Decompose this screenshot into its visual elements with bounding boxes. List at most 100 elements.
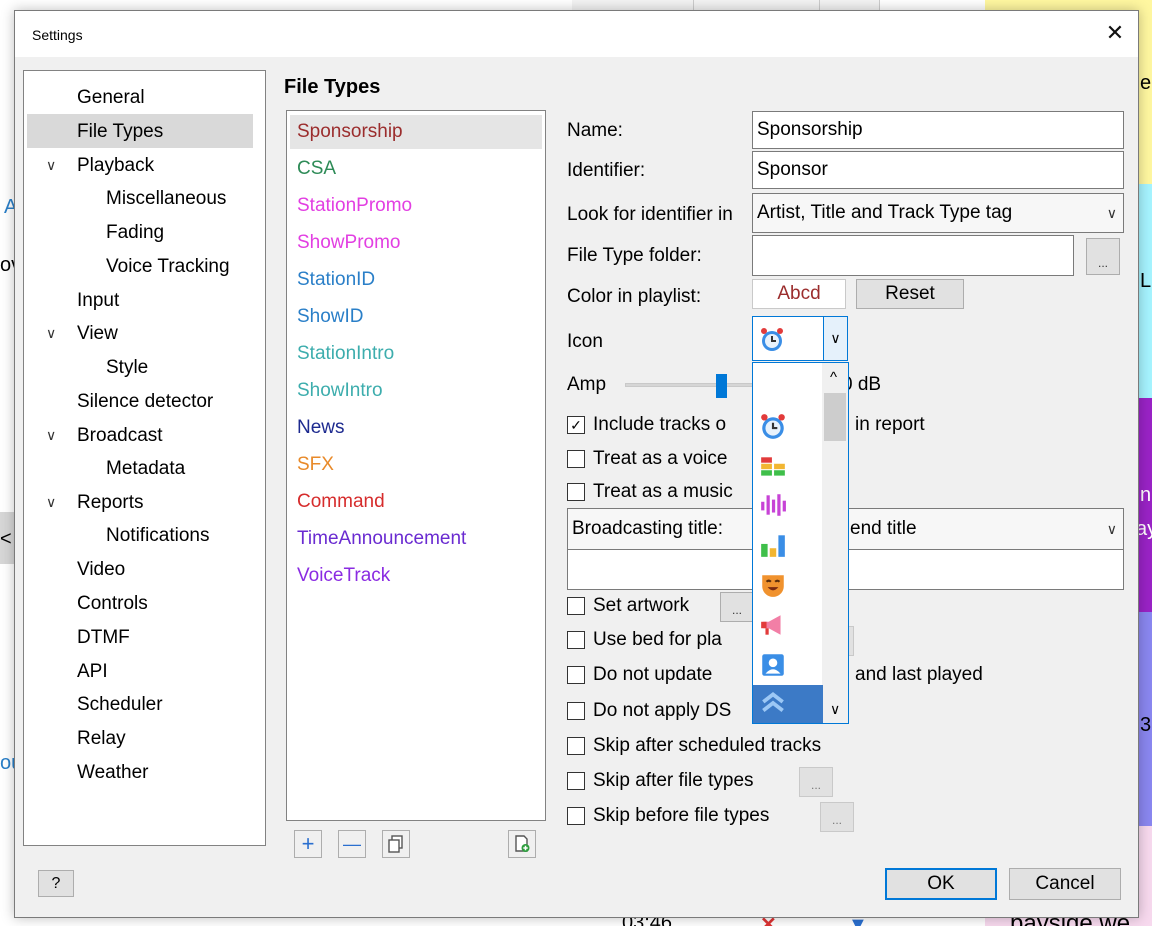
nav-item-view[interactable]: View xyxy=(77,323,118,345)
nav-item-miscellaneous[interactable]: Miscellaneous xyxy=(106,188,226,210)
nav-item-broadcast[interactable]: Broadcast xyxy=(77,425,163,447)
skip-before-file-types-button[interactable]: ... xyxy=(820,802,854,832)
amp-slider-track[interactable] xyxy=(625,383,755,387)
waveform-icon[interactable] xyxy=(759,491,787,519)
nav-item-reports[interactable]: Reports xyxy=(77,492,144,514)
nav-item-video[interactable]: Video xyxy=(77,559,125,581)
file-type-voicetrack[interactable]: VoiceTrack xyxy=(297,565,390,587)
use-bed-checkbox[interactable] xyxy=(567,631,585,649)
name-field[interactable]: Sponsorship xyxy=(752,111,1124,149)
include-in-report-label-end: in report xyxy=(855,414,925,435)
background-header-cell-2 xyxy=(694,0,820,10)
background-right-fragment-3: n xyxy=(1140,484,1152,506)
treat-as-music-checkbox[interactable] xyxy=(567,483,585,501)
ok-button[interactable]: OK xyxy=(885,868,997,900)
chevrons-up-icon[interactable] xyxy=(759,689,787,717)
nav-item-metadata[interactable]: Metadata xyxy=(106,458,185,480)
scroll-up-arrow-icon[interactable]: ^ xyxy=(830,369,837,386)
use-bed-label: Use bed for pla xyxy=(593,629,722,650)
icon-list-scrollbar[interactable]: ^ ∨ xyxy=(822,363,848,723)
folder-browse-button[interactable]: ... xyxy=(1086,238,1120,275)
nav-item-scheduler[interactable]: Scheduler xyxy=(77,694,163,716)
set-artwork-browse-button[interactable]: ... xyxy=(720,592,754,622)
nav-item-relay[interactable]: Relay xyxy=(77,728,126,750)
icon-dropdown-list[interactable]: ^ ∨ xyxy=(752,362,849,724)
file-type-sfx[interactable]: SFX xyxy=(297,454,334,476)
do-not-update-label: Do not update xyxy=(593,664,713,685)
chevron-down-icon[interactable]: ∨ xyxy=(46,494,56,511)
scroll-down-arrow-icon[interactable]: ∨ xyxy=(830,701,840,718)
background-right-fragment-1: e xyxy=(1140,72,1152,94)
equalizer-bars-icon[interactable] xyxy=(759,453,787,481)
file-type-news[interactable]: News xyxy=(297,417,345,439)
nav-item-weather[interactable]: Weather xyxy=(77,762,148,784)
chevron-down-icon[interactable]: ∨ xyxy=(46,427,56,444)
treat-as-voice-label: Treat as a voice xyxy=(593,448,728,469)
file-types-list[interactable]: Sponsorship CSA StationPromo ShowPromo S… xyxy=(286,110,546,821)
nav-item-style[interactable]: Style xyxy=(106,357,148,379)
do-not-apply-dsp-checkbox[interactable] xyxy=(567,702,585,720)
do-not-update-checkbox[interactable] xyxy=(567,666,585,684)
minus-icon: — xyxy=(343,834,361,854)
identifier-field[interactable]: Sponsor xyxy=(752,151,1124,189)
nav-item-silence-detector[interactable]: Silence detector xyxy=(77,391,213,413)
nav-item-general[interactable]: General xyxy=(77,87,145,109)
include-in-report-checkbox[interactable]: ✓ xyxy=(567,416,585,434)
file-type-stationpromo[interactable]: StationPromo xyxy=(297,195,412,217)
nav-item-input[interactable]: Input xyxy=(77,290,119,312)
nav-item-api[interactable]: API xyxy=(77,661,108,683)
identifier-label: Identifier: xyxy=(567,160,646,181)
settings-nav-tree[interactable]: General File Types ∨ Playback Miscellane… xyxy=(23,70,266,846)
file-type-showintro[interactable]: ShowIntro xyxy=(297,380,383,402)
look-for-identifier-select[interactable]: Artist, Title and Track Type tag ∨ xyxy=(752,193,1124,233)
skip-after-file-types-button[interactable]: ... xyxy=(799,767,833,797)
skip-after-browse-label: ... xyxy=(810,778,821,792)
nav-item-dtmf[interactable]: DTMF xyxy=(77,627,130,649)
color-sample[interactable]: Abcd xyxy=(752,279,846,309)
file-type-sponsorship[interactable]: Sponsorship xyxy=(297,121,403,143)
add-file-type-button[interactable]: + xyxy=(294,830,322,858)
file-type-stationintro[interactable]: StationIntro xyxy=(297,343,394,365)
bar-chart-icon[interactable] xyxy=(759,531,787,559)
treat-as-voice-checkbox[interactable] xyxy=(567,450,585,468)
id-badge-icon[interactable] xyxy=(759,651,787,679)
plus-icon: + xyxy=(301,831,315,856)
icon-select-dropdown-button[interactable]: ∨ xyxy=(823,317,847,360)
nav-item-file-types[interactable]: File Types xyxy=(77,121,163,143)
nav-item-notifications[interactable]: Notifications xyxy=(106,525,210,547)
nav-item-controls[interactable]: Controls xyxy=(77,593,148,615)
file-type-folder-field[interactable] xyxy=(752,235,1074,276)
skip-after-scheduled-checkbox[interactable] xyxy=(567,737,585,755)
help-button[interactable]: ? xyxy=(38,870,74,897)
new-document-icon xyxy=(515,835,530,852)
duplicate-file-type-button[interactable] xyxy=(382,830,410,858)
skip-after-file-types-checkbox[interactable] xyxy=(567,772,585,790)
scrollbar-thumb[interactable] xyxy=(824,393,846,441)
set-artwork-checkbox[interactable] xyxy=(567,597,585,615)
nav-item-playback[interactable]: Playback xyxy=(77,155,154,177)
close-button[interactable]: ✕ xyxy=(1092,11,1138,55)
file-type-stationid[interactable]: StationID xyxy=(297,269,375,291)
remove-file-type-button[interactable]: — xyxy=(338,830,366,858)
nav-item-voice-tracking[interactable]: Voice Tracking xyxy=(106,256,230,278)
chevron-down-icon[interactable]: ∨ xyxy=(46,157,56,174)
megaphone-icon[interactable] xyxy=(759,611,787,639)
file-type-showpromo[interactable]: ShowPromo xyxy=(297,232,401,254)
close-icon: ✕ xyxy=(1105,20,1125,45)
alarm-clock-icon[interactable] xyxy=(759,413,787,441)
file-type-showid[interactable]: ShowID xyxy=(297,306,364,328)
icon-select[interactable]: ∨ xyxy=(752,316,848,361)
cancel-button[interactable]: Cancel xyxy=(1009,868,1121,900)
reset-color-button[interactable]: Reset xyxy=(856,279,964,309)
chevron-down-icon[interactable]: ∨ xyxy=(46,325,56,342)
nav-item-fading[interactable]: Fading xyxy=(106,222,164,244)
skip-before-file-types-checkbox[interactable] xyxy=(567,807,585,825)
background-header-cell-3 xyxy=(820,0,880,10)
amp-slider-thumb[interactable] xyxy=(716,374,727,398)
file-type-command[interactable]: Command xyxy=(297,491,385,513)
file-type-timeannouncement[interactable]: TimeAnnouncement xyxy=(297,528,466,550)
file-type-csa[interactable]: CSA xyxy=(297,158,336,180)
import-file-type-button[interactable] xyxy=(508,830,536,858)
theater-mask-icon[interactable] xyxy=(759,571,787,599)
file-types-heading: File Types xyxy=(284,76,381,98)
